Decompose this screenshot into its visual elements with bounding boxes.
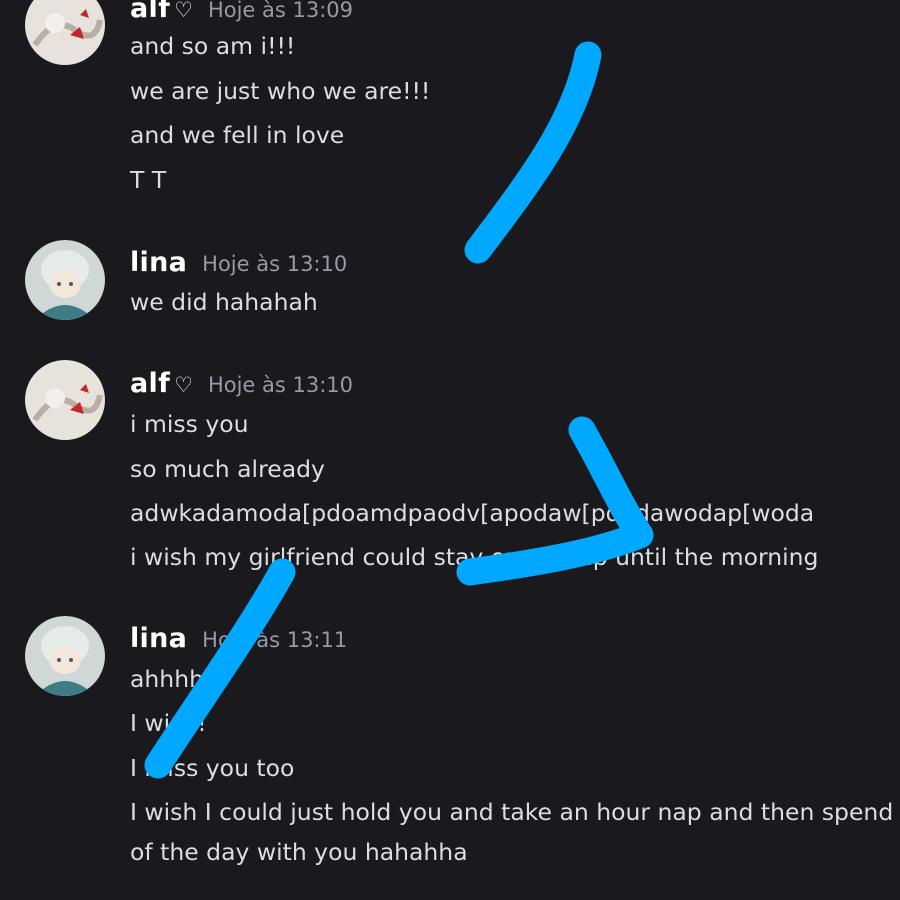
message-text: I wish! [130,709,207,737]
timestamp: Hoje às 13:10 [202,252,348,276]
heart-icon: ♡ [174,373,193,397]
timestamp: Hoje às 13:10 [207,373,354,397]
message-text: I miss you too [130,754,295,782]
timestamp: Hoje às 13:09 [207,0,354,22]
chat-message-list[interactable]: alf ♡ Hoje às 13:09 and so am i!!! we ar… [0,0,900,900]
message-text: i miss you [130,410,249,438]
message-text: I wish I could just hold you and take an… [130,798,900,826]
message-text: i wish my girlfriend could stay on my la… [130,543,819,571]
message-text: T T [130,166,167,194]
avatar[interactable] [25,0,105,65]
message-text: so much already [130,455,325,483]
annotation-stroke [464,41,602,264]
avatar[interactable] [25,360,105,440]
username[interactable]: lina [130,247,187,278]
username[interactable]: lina [130,623,187,654]
avatar[interactable] [25,240,105,320]
message-text: and we fell in love [130,121,345,149]
username[interactable]: alf [130,0,170,24]
heart-icon: ♡ [174,0,193,22]
message-text: ahhhh [130,665,204,693]
avatar[interactable] [25,616,105,696]
message-text: of the day with you hahahha [130,838,468,866]
timestamp: Hoje às 13:11 [202,628,348,652]
message-text: and so am i!!! [130,32,296,60]
message-header: lina Hoje às 13:11 [130,623,348,654]
message-text: we did hahahah [130,288,318,316]
message-text: adwkadamoda[pdoamdpaodv[apodaw[pdadawoda… [130,499,815,527]
message-header: alf ♡ Hoje às 13:09 [130,0,354,24]
message-header: alf ♡ Hoje às 13:10 [130,368,354,399]
message-text: we are just who we are!!! [130,77,431,105]
username[interactable]: alf [130,368,170,399]
message-header: lina Hoje às 13:10 [130,247,348,278]
